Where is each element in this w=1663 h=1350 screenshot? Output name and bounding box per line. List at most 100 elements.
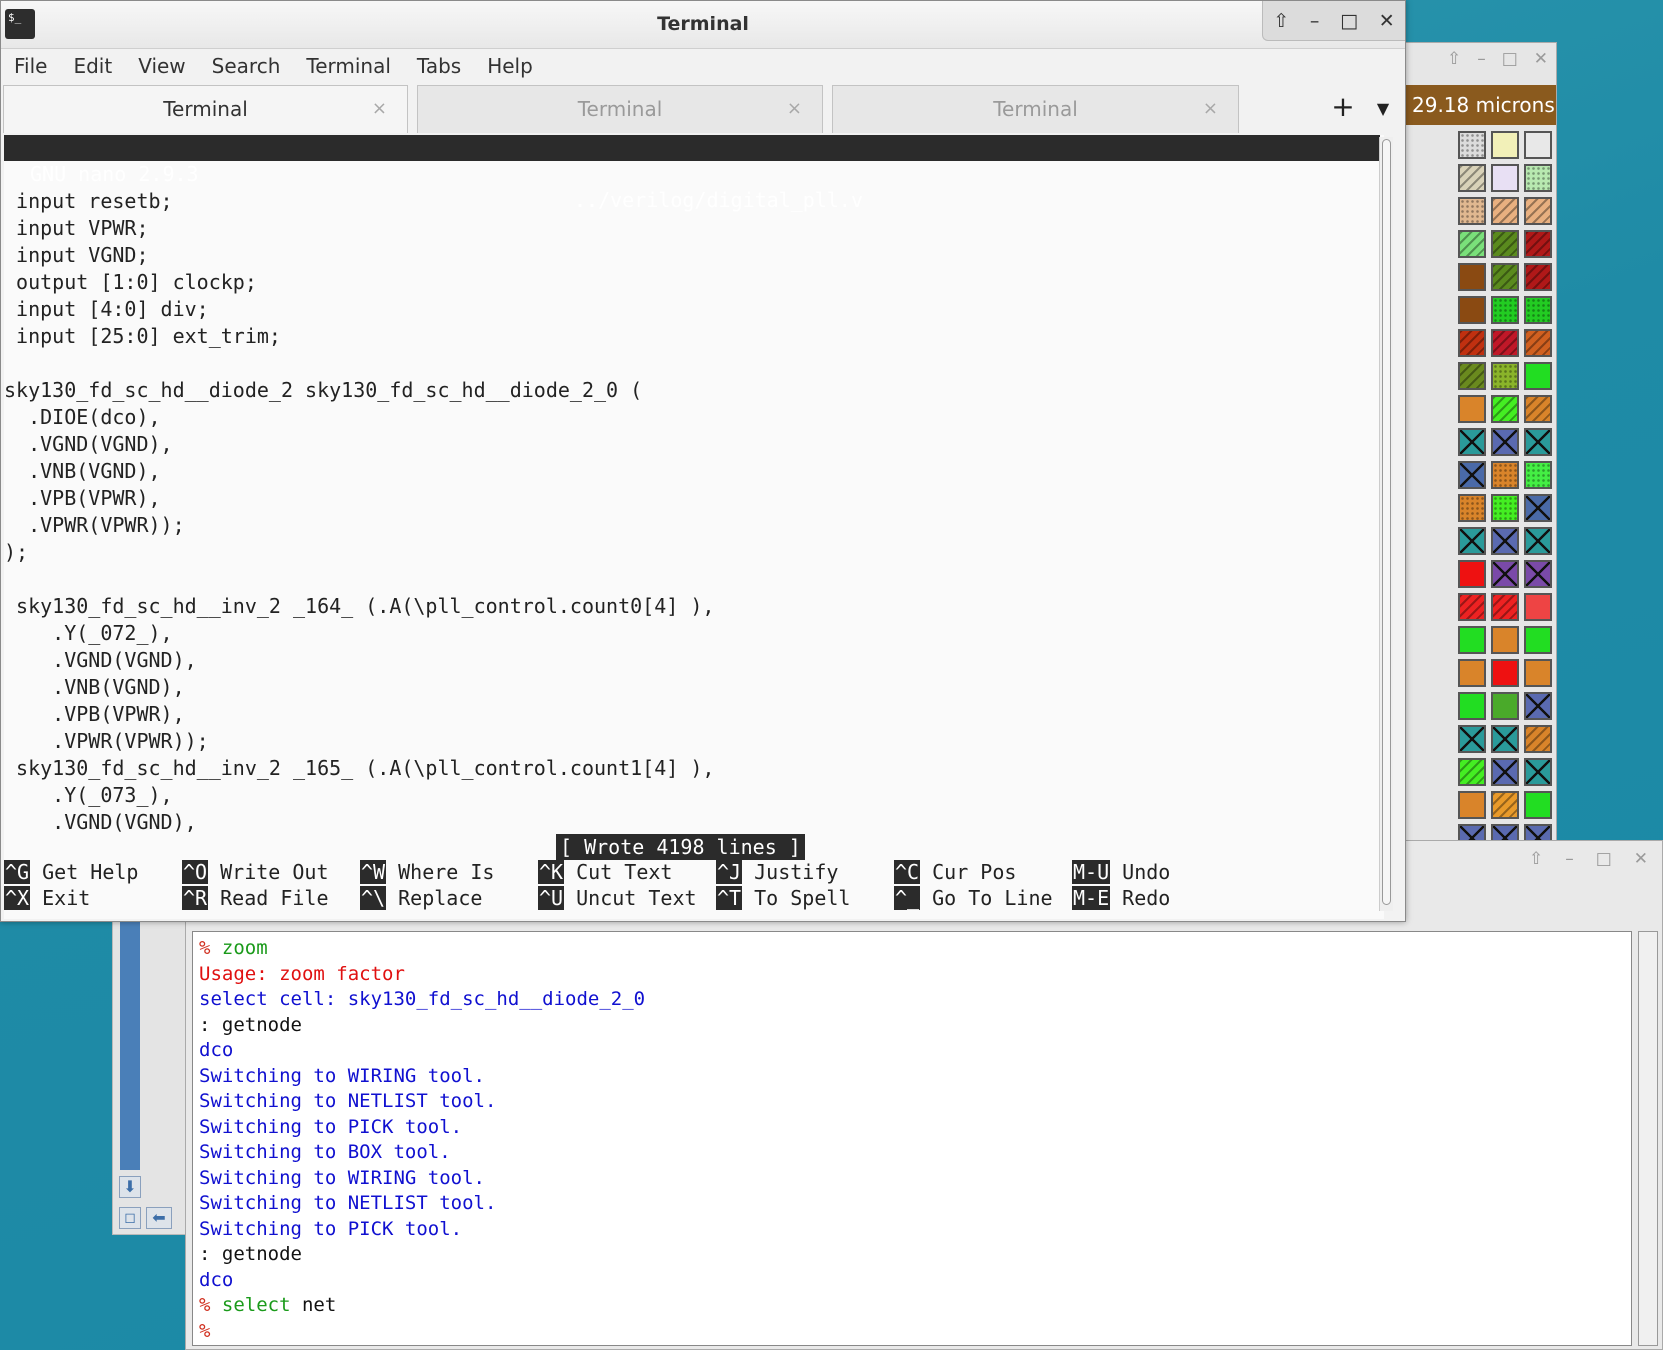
console-maximize-button[interactable]: □ bbox=[1596, 849, 1612, 869]
console-output[interactable]: % zoom Usage: zoom factor select cell: sky… bbox=[192, 931, 1632, 1346]
layer-swatch[interactable] bbox=[1524, 131, 1552, 159]
shortcut-exit[interactable]: ^X Exit bbox=[4, 885, 90, 912]
layer-swatch[interactable] bbox=[1491, 197, 1519, 225]
layers-up-button[interactable]: ⇧ bbox=[1447, 49, 1461, 69]
layer-swatch[interactable] bbox=[1491, 395, 1519, 423]
layer-swatch[interactable] bbox=[1491, 131, 1519, 159]
scrollbar-thumb[interactable] bbox=[1382, 139, 1391, 905]
maximize-button[interactable]: □ bbox=[1340, 10, 1358, 32]
code-buffer[interactable]: input resetb; input VPWR; input VGND; ou… bbox=[4, 188, 714, 836]
layer-swatch[interactable] bbox=[1458, 131, 1486, 159]
tab-close-icon[interactable]: × bbox=[787, 86, 802, 132]
layer-swatch[interactable] bbox=[1458, 494, 1486, 522]
shortcut-to-spell[interactable]: ^T To Spell bbox=[716, 885, 850, 912]
layout-scrollbar[interactable] bbox=[120, 920, 140, 1170]
layer-swatch[interactable] bbox=[1458, 329, 1486, 357]
layer-swatch[interactable] bbox=[1458, 560, 1486, 588]
layer-swatch[interactable] bbox=[1491, 494, 1519, 522]
tab-terminal-3[interactable]: Terminal × bbox=[832, 85, 1239, 133]
layer-swatch[interactable] bbox=[1491, 263, 1519, 291]
tab-terminal-2[interactable]: Terminal × bbox=[417, 85, 823, 133]
layer-swatch[interactable] bbox=[1524, 329, 1552, 357]
menu-edit[interactable]: Edit bbox=[60, 51, 125, 81]
layer-swatch[interactable] bbox=[1458, 692, 1486, 720]
layers-close-button[interactable]: ✕ bbox=[1534, 49, 1548, 69]
stop-icon[interactable]: ◻ bbox=[119, 1207, 141, 1229]
layer-swatch[interactable] bbox=[1524, 230, 1552, 258]
menu-terminal[interactable]: Terminal bbox=[293, 51, 404, 81]
layer-swatch[interactable] bbox=[1491, 560, 1519, 588]
console-up-button[interactable]: ⇧ bbox=[1529, 849, 1543, 869]
shortcut-read-file[interactable]: ^R Read File bbox=[182, 885, 329, 912]
layer-swatch[interactable] bbox=[1491, 791, 1519, 819]
layer-swatch[interactable] bbox=[1524, 395, 1552, 423]
layer-swatch[interactable] bbox=[1524, 494, 1552, 522]
shortcut-go-to-line[interactable]: ^_ Go To Line bbox=[894, 885, 1053, 912]
layer-swatch[interactable] bbox=[1491, 296, 1519, 324]
layer-swatch[interactable] bbox=[1458, 527, 1486, 555]
layer-swatch[interactable] bbox=[1458, 197, 1486, 225]
layer-swatch[interactable] bbox=[1491, 164, 1519, 192]
layer-swatch[interactable] bbox=[1524, 428, 1552, 456]
layer-swatch[interactable] bbox=[1524, 758, 1552, 786]
scroll-left-icon[interactable]: ⬅ bbox=[146, 1207, 172, 1229]
shortcut-get-help[interactable]: ^G Get Help bbox=[4, 859, 138, 886]
layer-swatch[interactable] bbox=[1491, 725, 1519, 753]
layer-swatch[interactable] bbox=[1491, 692, 1519, 720]
layer-swatch[interactable] bbox=[1491, 527, 1519, 555]
scroll-down-icon[interactable]: ⬇ bbox=[119, 1176, 141, 1198]
layer-swatch[interactable] bbox=[1458, 593, 1486, 621]
layer-swatch[interactable] bbox=[1524, 527, 1552, 555]
tab-list-dropdown-icon[interactable]: ▼ bbox=[1368, 85, 1398, 133]
console-close-button[interactable]: ✕ bbox=[1634, 849, 1648, 869]
layer-swatch[interactable] bbox=[1524, 197, 1552, 225]
layer-swatch[interactable] bbox=[1491, 329, 1519, 357]
layer-swatch[interactable] bbox=[1524, 692, 1552, 720]
console-minimize-button[interactable]: – bbox=[1565, 849, 1574, 869]
layer-swatch[interactable] bbox=[1458, 461, 1486, 489]
layer-swatch[interactable] bbox=[1491, 659, 1519, 687]
layers-minimize-button[interactable]: – bbox=[1477, 49, 1486, 69]
shortcut-cur-pos[interactable]: ^C Cur Pos bbox=[894, 859, 1016, 886]
tab-close-icon[interactable]: × bbox=[372, 86, 387, 132]
layer-swatch[interactable] bbox=[1491, 461, 1519, 489]
menu-tabs[interactable]: Tabs bbox=[404, 51, 474, 81]
console-scrollbar[interactable] bbox=[1638, 931, 1658, 1346]
minimize-button[interactable]: – bbox=[1310, 10, 1320, 32]
layer-swatch[interactable] bbox=[1458, 791, 1486, 819]
shortcut-write-out[interactable]: ^O Write Out bbox=[182, 859, 329, 886]
shortcut-where-is[interactable]: ^W Where Is bbox=[360, 859, 494, 886]
layer-swatch[interactable] bbox=[1491, 626, 1519, 654]
tab-terminal-1[interactable]: Terminal × bbox=[3, 85, 408, 133]
title-bar[interactable]: $_ Terminal ⇧ – □ ✕ bbox=[1, 1, 1405, 49]
nano-editor[interactable]: GNU nano 2.9.3 ../verilog/digital_pll.v … bbox=[4, 135, 1384, 919]
new-tab-button[interactable]: + bbox=[1323, 85, 1363, 133]
layer-swatch[interactable] bbox=[1524, 461, 1552, 489]
tab-close-icon[interactable]: × bbox=[1203, 86, 1218, 132]
layer-swatch[interactable] bbox=[1491, 230, 1519, 258]
layer-swatch[interactable] bbox=[1524, 362, 1552, 390]
menu-view[interactable]: View bbox=[125, 51, 198, 81]
layer-swatch[interactable] bbox=[1524, 164, 1552, 192]
terminal-scrollbar[interactable] bbox=[1379, 137, 1393, 911]
layer-swatch[interactable] bbox=[1524, 725, 1552, 753]
layer-swatch[interactable] bbox=[1524, 263, 1552, 291]
layer-swatch[interactable] bbox=[1458, 659, 1486, 687]
shortcut-justify[interactable]: ^J Justify bbox=[716, 859, 838, 886]
layer-swatch[interactable] bbox=[1458, 296, 1486, 324]
shortcut-undo[interactable]: M-U Undo bbox=[1072, 859, 1170, 886]
shortcut-cut-text[interactable]: ^K Cut Text bbox=[538, 859, 672, 886]
layer-swatch[interactable] bbox=[1458, 230, 1486, 258]
layer-swatch[interactable] bbox=[1491, 593, 1519, 621]
shortcut-replace[interactable]: ^\ Replace bbox=[360, 885, 482, 912]
shortcut-uncut-text[interactable]: ^U Uncut Text bbox=[538, 885, 697, 912]
menu-file[interactable]: File bbox=[1, 51, 60, 81]
layer-swatch[interactable] bbox=[1458, 362, 1486, 390]
layer-swatch[interactable] bbox=[1524, 626, 1552, 654]
menu-search[interactable]: Search bbox=[199, 51, 294, 81]
layer-swatch[interactable] bbox=[1458, 758, 1486, 786]
layer-swatch[interactable] bbox=[1458, 164, 1486, 192]
layer-swatch[interactable] bbox=[1458, 395, 1486, 423]
layer-swatch[interactable] bbox=[1524, 560, 1552, 588]
layer-swatch[interactable] bbox=[1458, 725, 1486, 753]
